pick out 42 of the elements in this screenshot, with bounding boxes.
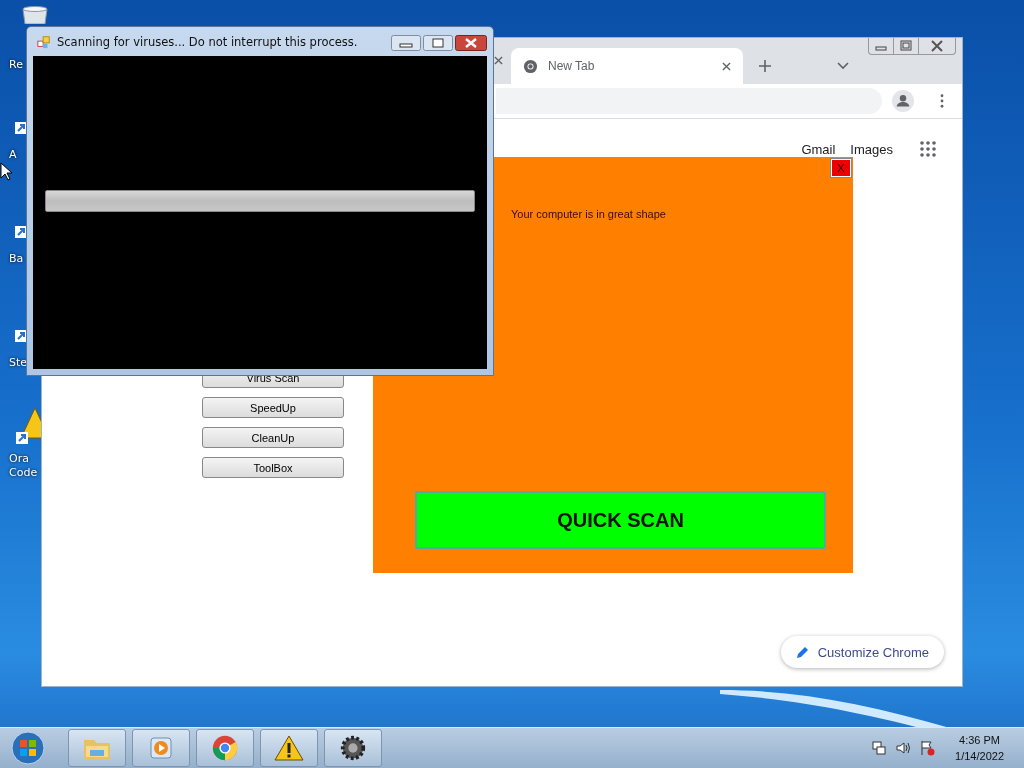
clock-time[interactable]: 4:36 PM bbox=[959, 732, 1000, 748]
chrome-logo-icon[interactable] bbox=[210, 734, 240, 762]
desktop-icon-label[interactable]: Ba bbox=[9, 252, 24, 266]
window-title: Scanning for viruses... Do not interrupt this process. bbox=[57, 34, 359, 49]
close-icon[interactable] bbox=[494, 56, 503, 65]
gear-icon[interactable] bbox=[338, 734, 368, 762]
warning-icon[interactable] bbox=[274, 734, 304, 762]
shortcut-arrow-icon[interactable] bbox=[15, 226, 27, 238]
close-icon[interactable] bbox=[722, 61, 731, 71]
quick-scan-button[interactable]: QUICK SCAN bbox=[415, 491, 826, 549]
customize-button[interactable]: Customize Chrome bbox=[780, 636, 944, 668]
desktop-icon-label[interactable]: Re bbox=[9, 58, 23, 72]
volume-icon[interactable] bbox=[895, 740, 912, 756]
tool-button[interactable]: ToolBox bbox=[202, 457, 344, 478]
desktop-icon-label[interactable]: Ora Code bbox=[9, 452, 38, 480]
close-button[interactable]: X bbox=[831, 159, 851, 177]
app-icon bbox=[37, 34, 51, 49]
mouse-cursor-icon bbox=[0, 162, 12, 182]
shortcut-arrow-icon[interactable] bbox=[15, 330, 27, 342]
menu-icon[interactable] bbox=[940, 94, 944, 108]
header-link[interactable]: Images bbox=[850, 141, 893, 157]
tool-button[interactable]: SpeedUp bbox=[202, 397, 344, 418]
header-link[interactable]: Gmail bbox=[801, 141, 836, 157]
status-message: Your computer is in great shape bbox=[511, 208, 666, 220]
browser-tab[interactable]: New Tab bbox=[511, 48, 743, 84]
minimize-icon[interactable] bbox=[391, 35, 421, 51]
close-icon[interactable] bbox=[455, 35, 487, 51]
flag-icon[interactable] bbox=[919, 740, 936, 756]
shortcut-arrow-icon[interactable] bbox=[15, 122, 27, 134]
new-tab-icon[interactable] bbox=[759, 60, 771, 72]
apps-grid-icon[interactable] bbox=[920, 141, 936, 157]
desktop-icon-label[interactable]: Ste bbox=[9, 356, 28, 370]
recycle-bin-icon[interactable] bbox=[20, 6, 50, 24]
clock-date[interactable]: 1/14/2022 bbox=[955, 748, 1004, 764]
chrome-logo-icon bbox=[523, 58, 538, 74]
profile-icon[interactable] bbox=[892, 90, 914, 112]
tool-button[interactable]: CleanUp bbox=[202, 427, 344, 448]
start-button-icon[interactable] bbox=[10, 730, 46, 766]
network-icon[interactable] bbox=[871, 740, 888, 756]
chevron-down-icon[interactable] bbox=[837, 62, 849, 70]
pencil-icon bbox=[795, 645, 810, 659]
desktop-icon-label[interactable]: A bbox=[9, 148, 17, 162]
